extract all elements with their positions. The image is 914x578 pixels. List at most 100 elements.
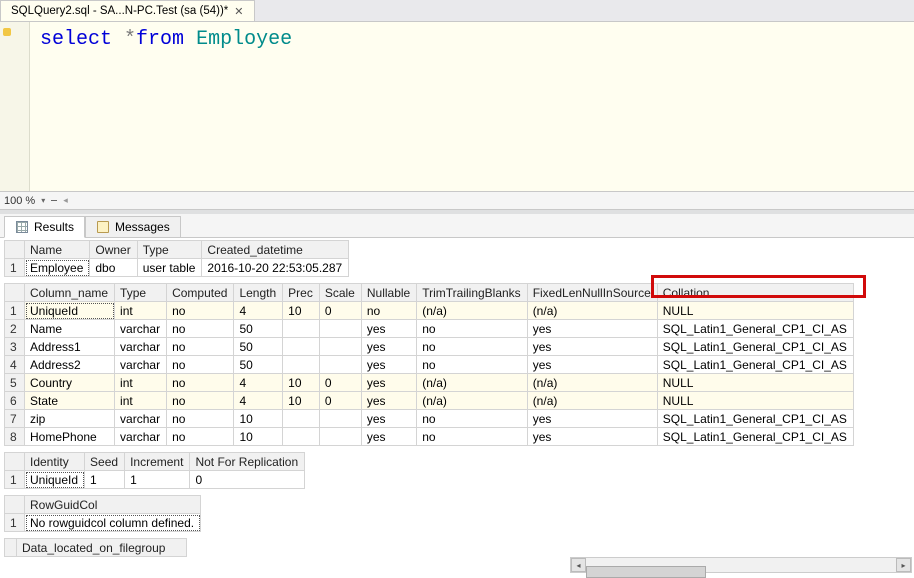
table-row[interactable]: 6Stateintno4100yes(n/a)(n/a)NULL — [5, 392, 854, 410]
cell[interactable]: State — [25, 392, 115, 410]
cell[interactable]: (n/a) — [417, 392, 527, 410]
col-trimtrailingblanks[interactable]: TrimTrailingBlanks — [417, 284, 527, 302]
cell[interactable]: SQL_Latin1_General_CP1_CI_AS — [657, 410, 853, 428]
cell[interactable]: user table — [137, 259, 202, 277]
cell[interactable]: (n/a) — [527, 374, 657, 392]
cell[interactable]: int — [115, 392, 167, 410]
col-identity[interactable]: Identity — [25, 453, 85, 471]
identity-grid[interactable]: Identity Seed Increment Not For Replicat… — [4, 452, 305, 489]
cell[interactable]: yes — [361, 410, 416, 428]
cell[interactable]: yes — [527, 410, 657, 428]
col-created[interactable]: Created_datetime — [202, 241, 349, 259]
horizontal-scrollbar[interactable]: ◂ ▸ — [570, 557, 912, 573]
cell[interactable]: 10 — [234, 410, 283, 428]
cell[interactable]: NULL — [657, 302, 853, 320]
tab-results[interactable]: Results — [4, 216, 85, 238]
cell[interactable]: 0 — [319, 374, 361, 392]
columns-grid[interactable]: Column_nameTypeComputedLengthPrecScaleNu… — [4, 283, 854, 446]
table-row[interactable]: 7zipvarcharno10yesnoyesSQL_Latin1_Genera… — [5, 410, 854, 428]
cell[interactable]: Address1 — [25, 338, 115, 356]
cell[interactable] — [283, 428, 320, 446]
col-rowguid[interactable]: RowGuidCol — [25, 496, 201, 514]
cell[interactable]: (n/a) — [417, 374, 527, 392]
scroll-right-icon[interactable]: ▸ — [896, 558, 911, 572]
cell[interactable]: yes — [527, 338, 657, 356]
tab-messages[interactable]: Messages — [85, 216, 181, 238]
table-row[interactable]: 3Address1varcharno50yesnoyesSQL_Latin1_G… — [5, 338, 854, 356]
filegroup-grid[interactable]: Data_located_on_filegroup — [4, 538, 187, 557]
cell[interactable] — [319, 428, 361, 446]
col-nullable[interactable]: Nullable — [361, 284, 416, 302]
cell[interactable]: no — [167, 356, 234, 374]
cell[interactable]: yes — [361, 338, 416, 356]
cell[interactable] — [319, 320, 361, 338]
cell[interactable]: No rowguidcol column defined. — [25, 514, 201, 532]
cell[interactable]: no — [417, 410, 527, 428]
cell[interactable]: 0 — [319, 392, 361, 410]
zoom-level[interactable]: 100 % — [4, 195, 35, 207]
col-increment[interactable]: Increment — [125, 453, 190, 471]
cell[interactable]: int — [115, 302, 167, 320]
cell[interactable]: dbo — [90, 259, 137, 277]
col-name[interactable]: Name — [25, 241, 90, 259]
cell[interactable]: varchar — [115, 356, 167, 374]
cell[interactable]: 10 — [283, 392, 320, 410]
cell[interactable]: UniqueId — [25, 302, 115, 320]
cell[interactable]: 4 — [234, 302, 283, 320]
table-row[interactable]: 5Countryintno4100yes(n/a)(n/a)NULL — [5, 374, 854, 392]
cell[interactable]: no — [167, 410, 234, 428]
cell[interactable]: no — [417, 338, 527, 356]
cell[interactable]: zip — [25, 410, 115, 428]
col-type[interactable]: Type — [115, 284, 167, 302]
cell[interactable]: 1 — [125, 471, 190, 489]
cell[interactable]: 10 — [283, 302, 320, 320]
cell[interactable]: no — [167, 374, 234, 392]
cell[interactable]: no — [361, 302, 416, 320]
cell[interactable]: 10 — [283, 374, 320, 392]
cell[interactable]: no — [167, 320, 234, 338]
cell[interactable]: 50 — [234, 338, 283, 356]
zoom-caret-icon[interactable]: ◂ — [63, 195, 68, 206]
col-type[interactable]: Type — [137, 241, 202, 259]
col-fixedlennullinsource[interactable]: FixedLenNullInSource — [527, 284, 657, 302]
col-computed[interactable]: Computed — [167, 284, 234, 302]
scroll-left-icon[interactable]: ◂ — [571, 558, 586, 572]
chevron-down-icon[interactable]: ▾ — [41, 196, 45, 205]
cell[interactable]: no — [167, 428, 234, 446]
cell[interactable]: 50 — [234, 320, 283, 338]
cell[interactable]: SQL_Latin1_General_CP1_CI_AS — [657, 320, 853, 338]
cell[interactable]: 0 — [190, 471, 305, 489]
cell[interactable]: yes — [361, 356, 416, 374]
summary-grid[interactable]: Name Owner Type Created_datetime 1 Emplo… — [4, 240, 349, 277]
table-row[interactable]: 8HomePhonevarcharno10yesnoyesSQL_Latin1_… — [5, 428, 854, 446]
cell[interactable] — [319, 410, 361, 428]
col-prec[interactable]: Prec — [283, 284, 320, 302]
cell[interactable]: 10 — [234, 428, 283, 446]
cell[interactable]: yes — [527, 320, 657, 338]
cell[interactable] — [283, 356, 320, 374]
cell[interactable]: 0 — [319, 302, 361, 320]
cell[interactable]: varchar — [115, 428, 167, 446]
cell[interactable]: no — [417, 428, 527, 446]
cell[interactable]: yes — [527, 356, 657, 374]
close-icon[interactable]: ✕ — [234, 5, 243, 18]
cell[interactable] — [283, 410, 320, 428]
cell[interactable]: SQL_Latin1_General_CP1_CI_AS — [657, 338, 853, 356]
cell[interactable]: 50 — [234, 356, 283, 374]
cell[interactable]: 4 — [234, 392, 283, 410]
cell[interactable]: (n/a) — [417, 302, 527, 320]
col-column_name[interactable]: Column_name — [25, 284, 115, 302]
document-tab[interactable]: SQLQuery2.sql - SA...N-PC.Test (sa (54))… — [0, 0, 255, 21]
cell[interactable]: varchar — [115, 320, 167, 338]
scroll-thumb[interactable] — [586, 566, 706, 578]
col-owner[interactable]: Owner — [90, 241, 137, 259]
col-filegroup[interactable]: Data_located_on_filegroup — [17, 539, 187, 557]
col-length[interactable]: Length — [234, 284, 283, 302]
cell[interactable]: 1 — [85, 471, 125, 489]
rowguid-grid[interactable]: RowGuidCol 1 No rowguidcol column define… — [4, 495, 201, 532]
table-row[interactable]: 1 UniqueId 1 1 0 — [5, 471, 305, 489]
cell[interactable]: SQL_Latin1_General_CP1_CI_AS — [657, 356, 853, 374]
cell[interactable]: Address2 — [25, 356, 115, 374]
table-row[interactable]: 1UniqueIdintno4100no(n/a)(n/a)NULL — [5, 302, 854, 320]
table-row[interactable]: 1 Employee dbo user table 2016-10-20 22:… — [5, 259, 349, 277]
